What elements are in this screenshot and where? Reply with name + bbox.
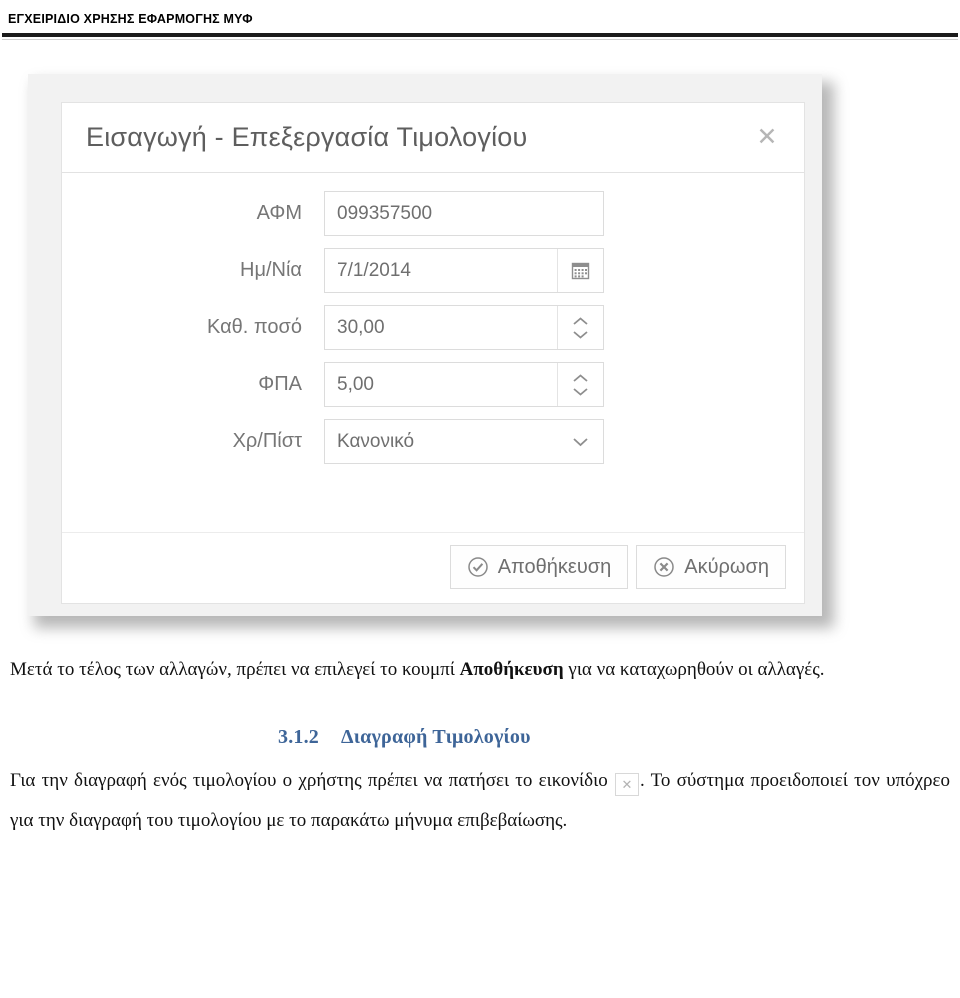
label-debit-credit: Χρ/Πίστ (232, 430, 302, 452)
paragraph1-part1: Μετά το τέλος των αλλαγών, πρέπει να επι… (10, 659, 460, 680)
section-heading: 3.1.2 Διαγραφή Τιμολογίου (10, 726, 950, 749)
chevron-up-icon[interactable] (572, 315, 589, 328)
paragraph-delete-instruction: Για την διαγραφή ενός τιμολογίου ο χρήστ… (10, 761, 950, 841)
input-date[interactable]: 7/1/2014 (325, 249, 557, 292)
form-row-debit-credit: Χρ/Πίστ Κανονικό (62, 419, 804, 464)
header-rule-secondary (2, 39, 958, 40)
field-vat[interactable]: 5,00 (324, 362, 604, 407)
label-vat: ΦΠΑ (258, 373, 302, 395)
paragraph1-part2: για να καταχωρηθούν οι αλλαγές. (563, 659, 825, 680)
invoice-dialog: Εισαγωγή - Επεξεργασία Τιμολογίου ✕ ΑΦΜ … (61, 102, 805, 604)
dialog-title: Εισαγωγή - Επεξεργασία Τιμολογίου (86, 122, 528, 152)
document-header-title: ΕΓΧΕΙΡΙΔΙΟ ΧΡΗΣΗΣ ΕΦΑΡΜΟΓΗΣ ΜΥΦ (8, 12, 253, 26)
save-button-label: Αποθήκευση (497, 555, 612, 578)
cancel-button-label: Ακύρωση (684, 555, 769, 578)
form-row-vat: ΦΠΑ 5,00 (62, 362, 804, 407)
input-net-amount[interactable]: 30,00 (325, 306, 557, 349)
chevron-down-icon[interactable] (572, 328, 589, 341)
label-afm: ΑΦΜ (256, 202, 302, 224)
spinner-vat[interactable] (557, 363, 603, 406)
paragraph2-part1: Για την διαγραφή ενός τιμολογίου ο χρήστ… (10, 769, 614, 791)
label-date: Ημ/Νία (240, 259, 302, 281)
dialog-form: ΑΦΜ 099357500 Ημ/Νία 7/1/2014 Καθ. ποσό … (62, 173, 804, 533)
chevron-down-icon[interactable] (572, 385, 589, 398)
form-row-afm: ΑΦΜ 099357500 (62, 191, 804, 236)
select-debit-credit[interactable]: Κανονικό (324, 419, 604, 464)
header-rule (2, 33, 958, 37)
save-button[interactable]: Αποθήκευση (449, 545, 629, 589)
input-afm[interactable]: 099357500 (325, 192, 603, 235)
dialog-footer: Αποθήκευση Ακύρωση (62, 533, 804, 601)
dialog-titlebar: Εισαγωγή - Επεξεργασία Τιμολογίου ✕ (62, 103, 804, 173)
select-debit-credit-value[interactable]: Κανονικό (325, 420, 558, 463)
field-date[interactable]: 7/1/2014 (324, 248, 604, 293)
check-circle-icon (467, 556, 489, 578)
close-icon[interactable]: ✕ (752, 123, 782, 153)
screenshot-figure: Εισαγωγή - Επεξεργασία Τιμολογίου ✕ ΑΦΜ … (12, 62, 834, 628)
field-net-amount[interactable]: 30,00 (324, 305, 604, 350)
paragraph-save-instruction: Μετά το τέλος των αλλαγών, πρέπει να επι… (10, 650, 950, 690)
spinner-net-amount[interactable] (557, 306, 603, 349)
section-title: Διαγραφή Τιμολογίου (341, 725, 531, 748)
delete-x-icon[interactable]: ✕ (614, 772, 639, 796)
body-copy: Μετά το τέλος των αλλαγών, πρέπει να επι… (10, 650, 950, 841)
screenshot-frame: Εισαγωγή - Επεξεργασία Τιμολογίου ✕ ΑΦΜ … (28, 74, 822, 616)
form-row-net-amount: Καθ. ποσό 30,00 (62, 305, 804, 350)
field-afm[interactable]: 099357500 (324, 191, 604, 236)
chevron-down-icon[interactable] (558, 420, 603, 463)
section-number: 3.1.2 (278, 725, 319, 748)
document-header: ΕΓΧΕΙΡΙΔΙΟ ΧΡΗΣΗΣ ΕΦΑΡΜΟΓΗΣ ΜΥΦ (0, 0, 960, 26)
label-net-amount: Καθ. ποσό (207, 316, 302, 338)
cancel-button[interactable]: Ακύρωση (636, 545, 786, 589)
calendar-icon[interactable] (557, 249, 603, 292)
x-circle-icon (653, 556, 675, 578)
chevron-up-icon[interactable] (572, 372, 589, 385)
input-vat[interactable]: 5,00 (325, 363, 557, 406)
paragraph1-bold-term: Αποθήκευση (459, 659, 564, 680)
form-row-date: Ημ/Νία 7/1/2014 (62, 248, 804, 293)
